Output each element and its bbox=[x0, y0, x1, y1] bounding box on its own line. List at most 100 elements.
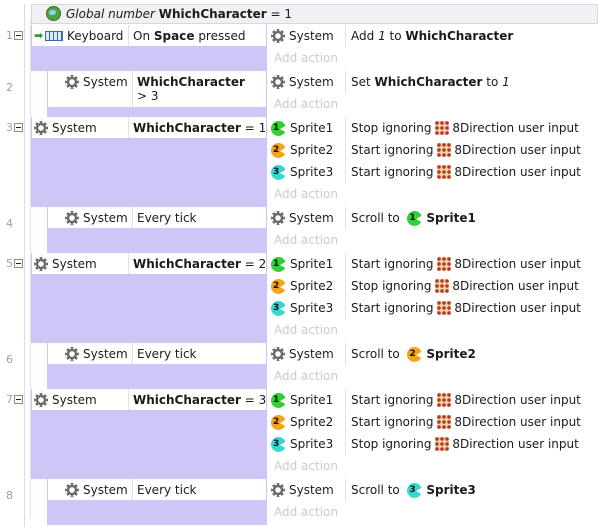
collapse-toggle-icon[interactable] bbox=[14, 31, 23, 40]
action-object-name: Sprite3 bbox=[290, 437, 334, 451]
action-verb: Scroll to bbox=[351, 483, 400, 497]
pacman-mouth bbox=[280, 304, 287, 313]
condition-object: System bbox=[65, 71, 128, 93]
action-object-name: Sprite1 bbox=[290, 121, 334, 135]
action-object-name: Sprite1 bbox=[290, 393, 334, 407]
add-action-link[interactable]: Add action bbox=[274, 233, 338, 247]
behavior-icon bbox=[437, 415, 452, 429]
pacman-mouth bbox=[280, 260, 287, 269]
gear-icon bbox=[65, 75, 79, 89]
condition-row[interactable]: System Every tick bbox=[48, 343, 266, 364]
action-verb: Start ignoring bbox=[351, 143, 434, 157]
condition-suffix: > 3 bbox=[137, 89, 159, 103]
condition-key: WhichCharacter bbox=[133, 257, 241, 271]
action-row[interactable]: System Add 1 to WhichCharacter bbox=[267, 25, 597, 47]
action-variable: WhichCharacter bbox=[374, 75, 483, 89]
action-row[interactable]: System Scroll to 3 Sprite3 bbox=[267, 479, 597, 501]
condition-object: System bbox=[65, 207, 128, 228]
event-sheet: Global number WhichCharacter = 1 1 ➡ Keybo… bbox=[0, 0, 598, 527]
condition-key: Space bbox=[153, 29, 195, 43]
sprite-icon: 2 bbox=[407, 346, 424, 362]
divider bbox=[132, 207, 133, 228]
sprite-number: 1 bbox=[273, 258, 280, 269]
add-action-link[interactable]: Add action bbox=[274, 51, 338, 65]
action-row[interactable]: System Scroll to 1 Sprite1 bbox=[267, 207, 597, 229]
condition-row[interactable]: System Every tick bbox=[48, 479, 266, 500]
action-verb: Start ignoring bbox=[351, 393, 434, 407]
collapse-toggle-icon[interactable] bbox=[14, 259, 23, 268]
condition-suffix: = 1 bbox=[244, 121, 267, 135]
global-variable-type: Global number bbox=[66, 7, 155, 21]
globe-icon bbox=[46, 6, 61, 21]
action-row[interactable]: 2 Sprite2 Start ignoring 8Direction user i… bbox=[267, 411, 597, 433]
sprite-icon: 2 bbox=[271, 414, 287, 430]
add-action-link[interactable]: Add action bbox=[274, 369, 338, 383]
condition-suffix: = 2 bbox=[244, 257, 267, 271]
add-action-link[interactable]: Add action bbox=[274, 97, 338, 111]
condition-object: System bbox=[65, 343, 128, 364]
divider bbox=[128, 389, 129, 410]
gear-icon bbox=[271, 347, 285, 361]
sprite-icon: 3 bbox=[407, 482, 424, 498]
action-object: System bbox=[271, 479, 334, 501]
action-value: 1 bbox=[502, 75, 510, 89]
gear-icon bbox=[34, 256, 48, 271]
condition-row[interactable]: ➡ Keyboard On Space pressed bbox=[32, 25, 266, 46]
behavior-name: 8Direction user input bbox=[454, 257, 581, 271]
action-object-name: Sprite2 bbox=[290, 279, 334, 293]
action-row[interactable]: 1 Sprite1 Stop ignoring 8Direction user in… bbox=[267, 117, 597, 139]
action-text: Add 1 to WhichCharacter bbox=[351, 25, 513, 47]
action-row[interactable]: 1 Sprite1 Start ignoring 8Direction user i… bbox=[267, 253, 597, 275]
add-action-link[interactable]: Add action bbox=[274, 459, 338, 473]
add-action-link[interactable]: Add action bbox=[274, 187, 338, 201]
add-action-link[interactable]: Add action bbox=[274, 323, 338, 337]
condition-key: WhichCharacter bbox=[137, 75, 245, 89]
action-object: 3 Sprite3 bbox=[271, 161, 333, 183]
action-object-name: Sprite3 bbox=[290, 301, 334, 315]
action-row[interactable]: 3 Sprite3 Stop ignoring 8Direction user in… bbox=[267, 433, 597, 455]
action-object-name: System bbox=[289, 347, 334, 361]
action-text: Start ignoring 8Direction user input bbox=[351, 253, 581, 275]
condition-row[interactable]: System WhichCharacter = 2 bbox=[32, 253, 266, 274]
behavior-icon bbox=[435, 437, 450, 451]
global-variable-value: = 1 bbox=[270, 7, 293, 21]
action-object: 1 Sprite1 bbox=[271, 117, 333, 139]
divider bbox=[345, 433, 346, 455]
action-row[interactable]: 2 Sprite2 Start ignoring 8Direction user i… bbox=[267, 139, 597, 161]
condition-label: Every tick bbox=[137, 347, 197, 361]
condition-row[interactable]: System WhichCharacter = 1 bbox=[32, 117, 266, 138]
action-row[interactable]: 1 Sprite1 Start ignoring 8Direction user i… bbox=[267, 389, 597, 411]
divider bbox=[345, 25, 346, 47]
condition-text: WhichCharacter = 1 bbox=[133, 121, 266, 135]
collapse-toggle-icon[interactable] bbox=[14, 123, 23, 132]
global-variable-row[interactable]: Global number WhichCharacter = 1 bbox=[31, 4, 598, 24]
condition-row[interactable]: System Every tick bbox=[48, 207, 266, 228]
pacman-mouth bbox=[280, 168, 287, 177]
condition-suffix: = 3 bbox=[244, 393, 267, 407]
action-row[interactable]: 3 Sprite3 Start ignoring 8Direction user i… bbox=[267, 161, 597, 183]
condition-object: System bbox=[34, 389, 97, 410]
add-action-link[interactable]: Add action bbox=[274, 505, 338, 519]
condition-label: Every tick bbox=[137, 483, 197, 497]
behavior-name: 8Direction user input bbox=[454, 301, 581, 315]
action-row[interactable]: 2 Sprite2 Stop ignoring 8Direction user in… bbox=[267, 275, 597, 297]
action-text: Start ignoring 8Direction user input bbox=[351, 161, 581, 183]
sprite-number: 1 bbox=[409, 212, 416, 223]
action-text: Start ignoring 8Direction user input bbox=[351, 389, 581, 411]
keys-graphic bbox=[45, 30, 63, 41]
action-row[interactable]: System Set WhichCharacter to 1 bbox=[267, 71, 597, 93]
condition-row[interactable]: System WhichCharacter > 3 bbox=[48, 71, 266, 107]
condition-row[interactable]: System WhichCharacter = 3 bbox=[32, 389, 266, 410]
collapse-toggle-icon[interactable] bbox=[14, 395, 23, 404]
behavior-icon bbox=[437, 257, 452, 271]
divider bbox=[128, 253, 129, 274]
action-object: 1 Sprite1 bbox=[271, 253, 333, 275]
action-object: System bbox=[271, 71, 334, 93]
event-number: 4 bbox=[6, 217, 13, 230]
action-row[interactable]: 3 Sprite3 Start ignoring 8Direction user i… bbox=[267, 297, 597, 319]
event-number: 6 bbox=[6, 353, 13, 366]
condition-label: Every tick bbox=[137, 211, 197, 225]
sprite-icon: 1 bbox=[271, 256, 287, 272]
action-row[interactable]: System Scroll to 2 Sprite2 bbox=[267, 343, 597, 365]
divider bbox=[345, 479, 346, 501]
